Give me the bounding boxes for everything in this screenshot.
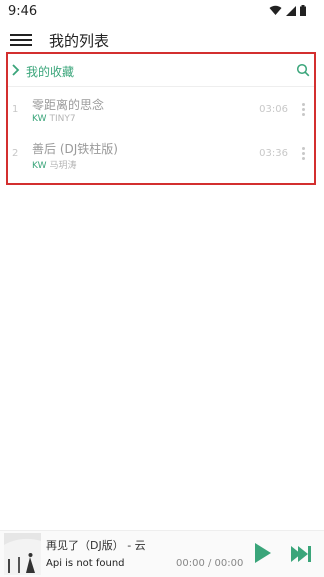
song-meta: KW 马玥涛 [32,158,77,171]
chevron-right-icon[interactable] [10,63,22,77]
album-art-image [4,533,41,575]
divider [8,86,314,87]
status-time: 9:46 [8,4,38,19]
player-time: 00:00 / 00:00 [176,558,244,569]
more-vert-icon[interactable] [302,102,306,116]
signal-icon [286,5,296,16]
more-vert-icon[interactable] [302,146,306,160]
player-status: Api is not found [46,558,125,569]
skip-next-icon[interactable] [290,545,312,563]
song-source: KW [32,114,47,124]
song-duration: 03:06 [259,104,288,115]
status-bar: 9:46 [0,0,324,24]
menu-icon[interactable] [10,31,32,49]
player-song-title: 再见了（DJ版） - 云 [46,539,146,552]
page-title: 我的列表 [49,32,110,50]
song-artist: 马玥涛 [49,161,77,171]
favorites-header[interactable]: 我的收藏 [8,56,316,86]
wifi-icon [269,5,282,15]
song-row[interactable]: 2 善后 (DJ铁柱版) KW 马玥涛 03:36 [8,134,314,178]
song-artist: TINY7 [49,114,76,124]
status-icons [269,5,306,16]
song-title: 善后 (DJ铁柱版) [32,142,118,156]
favorites-title[interactable]: 我的收藏 [26,63,74,80]
album-art[interactable] [4,533,41,575]
song-index: 1 [12,104,19,115]
search-icon[interactable] [296,63,310,77]
song-meta: KW TINY7 [32,114,76,124]
battery-icon [300,5,306,16]
player-bar[interactable]: 再见了（DJ版） - 云 Api is not found 00:00 / 00… [0,530,324,577]
song-source: KW [32,161,47,171]
song-duration: 03:36 [259,148,288,159]
song-index: 2 [12,148,19,159]
song-row[interactable]: 1 零距离的思念 KW TINY7 03:06 [8,90,314,134]
song-title: 零距离的思念 [32,98,105,112]
play-icon[interactable] [252,543,272,563]
